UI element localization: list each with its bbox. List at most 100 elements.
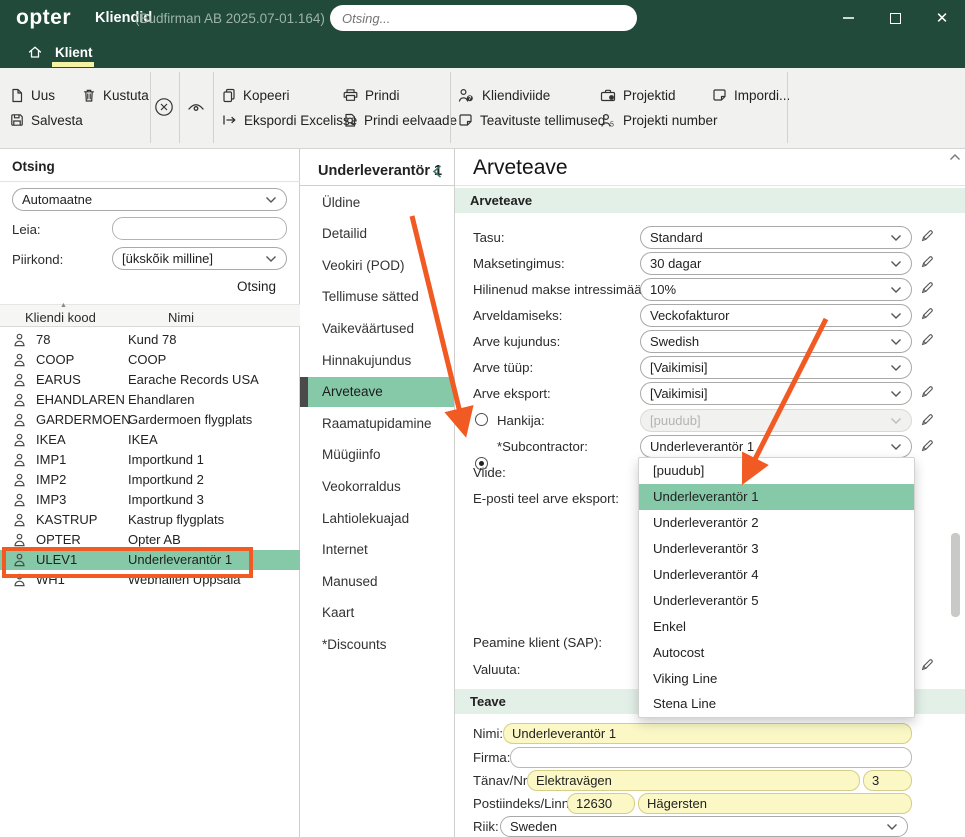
collapse-chevron-left-icon[interactable] (431, 164, 443, 179)
nav-item-raamatupidamine[interactable]: Raamatupidamine (300, 408, 454, 438)
nav-item-lahtiolekuajad[interactable]: Lahtiolekuajad (300, 503, 454, 533)
close-button[interactable]: ✕ (931, 7, 953, 29)
copy-button[interactable]: Kopeeri (222, 85, 290, 105)
city-input[interactable] (638, 793, 912, 814)
nav-item-detailid[interactable]: Detailid (300, 219, 454, 249)
street-number-input[interactable] (863, 770, 912, 791)
search-mode-select[interactable]: Automaatne (12, 188, 287, 211)
global-search-input[interactable] (342, 11, 625, 26)
field-select[interactable]: Standard (640, 226, 912, 249)
client-table-row[interactable]: EHANDLARENEhandlaren (0, 390, 300, 410)
search-button[interactable]: Otsing (237, 279, 276, 294)
tanav-input[interactable] (527, 770, 860, 791)
save-button[interactable]: Salvesta (10, 110, 83, 130)
cancel-circle-button[interactable] (151, 94, 177, 120)
projects-button[interactable]: Projektid (600, 85, 676, 105)
nav-item--ldine[interactable]: Üldine (300, 187, 454, 217)
edit-pencil-icon[interactable] (920, 438, 935, 453)
client-code: 78 (36, 332, 50, 347)
region-select[interactable]: [ükskõik milline] (112, 247, 287, 270)
client-table-row[interactable]: EARUSEarache Records USA (0, 370, 300, 390)
nav-item-m-giinfo[interactable]: Müügiinfo (300, 440, 454, 470)
column-header-name[interactable]: Nimi (168, 310, 194, 325)
client-table-row[interactable]: IMP1Importkund 1 (0, 450, 300, 470)
postal-code-input[interactable] (567, 793, 635, 814)
minimize-button[interactable] (837, 7, 859, 29)
edit-pencil-icon[interactable] (920, 280, 935, 300)
client-table-row[interactable]: COOPCOOP (0, 350, 300, 370)
dropdown-item[interactable]: Autocost (639, 639, 914, 665)
client-table-row[interactable]: KASTRUPKastrup flygplats (0, 510, 300, 530)
client-table-row[interactable]: IMP3Importkund 3 (0, 490, 300, 510)
edit-pencil-icon[interactable] (920, 306, 935, 326)
new-button[interactable]: Uus (10, 85, 55, 105)
dropdown-item[interactable]: Underleverantör 2 (639, 510, 914, 536)
client-table-row[interactable]: ULEV1Underleverantör 1 (0, 550, 300, 570)
client-table-row[interactable]: GARDERMOENGardermoen flygplats (0, 410, 300, 430)
field-select[interactable]: 10% (640, 278, 912, 301)
nav-item-veokorraldus[interactable]: Veokorraldus (300, 471, 454, 501)
export-excel-button[interactable]: Ekspordi Excelisse (222, 110, 357, 130)
chevron-down-icon (890, 443, 902, 451)
print-preview-button[interactable]: Prindi eelvaade (343, 110, 457, 130)
column-header-code[interactable]: Kliendi kood (25, 310, 96, 325)
view-eye-button[interactable] (183, 94, 209, 120)
hankija-radio[interactable] (475, 413, 488, 426)
nav-item-arveteave[interactable]: Arveteave (300, 377, 454, 407)
field-select[interactable]: Veckofakturor (640, 304, 912, 327)
find-input[interactable] (112, 217, 287, 240)
field-select[interactable]: 30 dagar (640, 252, 912, 275)
dropdown-item[interactable]: Underleverantör 4 (639, 562, 914, 588)
edit-pencil-icon[interactable] (920, 332, 935, 352)
field-select[interactable]: [Vaikimisi] (640, 356, 912, 379)
nav-item-vaikev-rtused[interactable]: Vaikeväärtused (300, 313, 454, 343)
ribbon-separator (213, 72, 214, 143)
dropdown-item[interactable]: Enkel (639, 613, 914, 639)
notification-orders-button[interactable]: Teavituste tellimused (458, 110, 605, 130)
client-table-row[interactable]: WH1Webhallen Uppsala (0, 570, 300, 590)
riik-select[interactable]: Sweden (500, 816, 908, 837)
edit-pencil-icon[interactable] (920, 412, 935, 427)
client-table-row[interactable]: IKEAIKEA (0, 430, 300, 450)
dropdown-item[interactable]: Underleverantör 1 (639, 484, 914, 510)
delete-button[interactable]: Kustuta (82, 85, 149, 105)
tab-klient[interactable]: Klient (55, 45, 93, 60)
edit-pencil-icon[interactable] (920, 384, 935, 404)
edit-pencil-icon[interactable] (920, 228, 935, 248)
client-table-row[interactable]: IMP2Importkund 2 (0, 470, 300, 490)
firma-input[interactable] (510, 747, 912, 768)
field-select[interactable]: [Vaikimisi] (640, 382, 912, 405)
nav-item--discounts[interactable]: *Discounts (300, 629, 454, 659)
client-table-row[interactable]: 78Kund 78 (0, 330, 300, 350)
nav-item-veokiri-pod-[interactable]: Veokiri (POD) (300, 250, 454, 280)
client-table-row[interactable]: OPTEROpter AB (0, 530, 300, 550)
trash-icon (82, 88, 96, 103)
edit-pencil-icon[interactable] (920, 254, 935, 274)
dropdown-item[interactable]: Underleverantör 5 (639, 587, 914, 613)
dropdown-item[interactable]: Viking Line (639, 665, 914, 691)
field-select[interactable]: Swedish (640, 330, 912, 353)
global-search[interactable] (330, 5, 637, 31)
dropdown-item[interactable]: Stena Line (639, 691, 914, 717)
nav-item-kaart[interactable]: Kaart (300, 598, 454, 628)
chevron-down-icon (890, 334, 902, 349)
edit-pencil-icon[interactable] (920, 657, 935, 672)
field-value: [Vaikimisi] (650, 386, 890, 401)
client-code: IMP2 (36, 472, 66, 487)
home-icon[interactable] (27, 44, 43, 60)
nimi-input[interactable] (503, 723, 912, 744)
scroll-up-icon[interactable] (949, 153, 961, 162)
import-button[interactable]: Impordi... (712, 85, 790, 105)
dropdown-item[interactable]: Underleverantör 3 (639, 536, 914, 562)
vertical-scrollbar-thumb[interactable] (951, 533, 960, 617)
subcontractor-select[interactable]: Underleverantör 1 (640, 435, 912, 458)
nav-item-hinnakujundus[interactable]: Hinnakujundus (300, 345, 454, 375)
nav-item-internet[interactable]: Internet (300, 535, 454, 565)
maximize-button[interactable] (884, 7, 906, 29)
nav-item-tellimuse-s-tted[interactable]: Tellimuse sätted (300, 282, 454, 312)
nav-item-manused[interactable]: Manused (300, 566, 454, 596)
dropdown-item[interactable]: [puudub] (639, 458, 914, 484)
print-button[interactable]: Prindi (343, 85, 400, 105)
project-number-button[interactable]: 5 Projekti number (600, 110, 718, 130)
client-reference-button[interactable]: ? Kliendiviide (458, 85, 550, 105)
